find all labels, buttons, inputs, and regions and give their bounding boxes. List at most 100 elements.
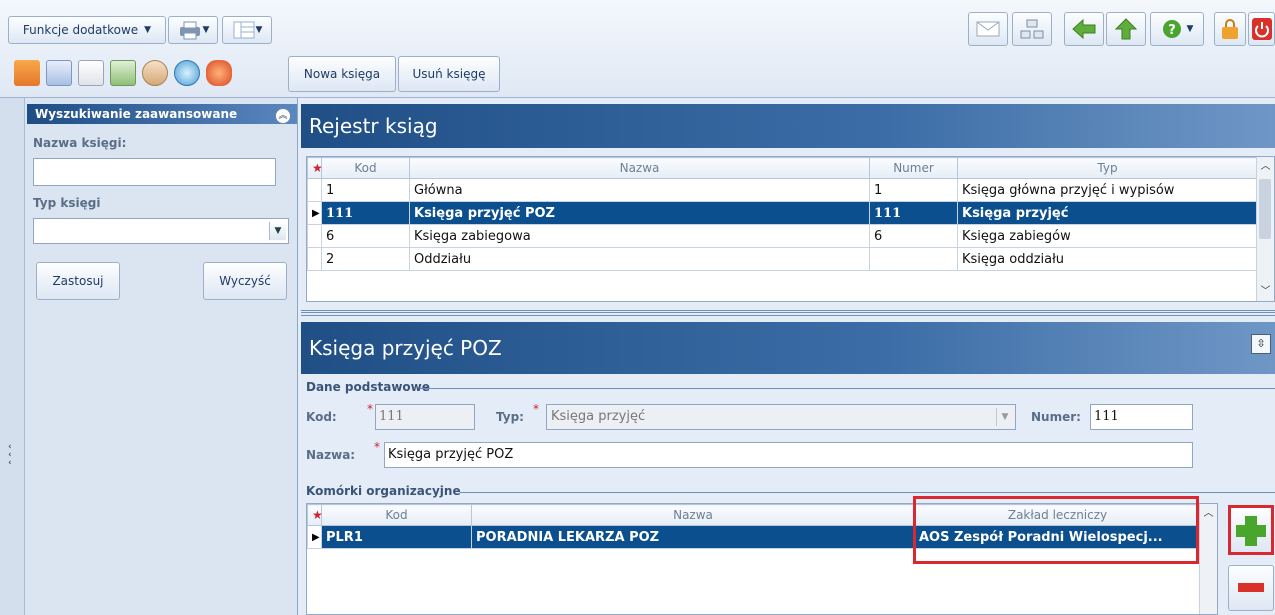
calendar-icon[interactable] <box>46 60 72 86</box>
power-icon <box>1251 18 1272 40</box>
current-row-arrow-icon: ▶ <box>307 525 322 549</box>
clear-label: Wyczyść <box>219 274 271 288</box>
cell-nazwa: Główna <box>409 178 870 202</box>
cell-typ: Księga przyjęć <box>957 201 1258 225</box>
layout-icon <box>233 21 255 39</box>
cell-nazwa: Księga zabiegowa <box>409 224 870 248</box>
delete-book-label: Usuń księgę <box>412 67 486 81</box>
column-header-kod[interactable]: Kod <box>321 504 472 526</box>
register-grid: ★ Kod Nazwa Numer Typ 1 Główna 1 Księga … <box>306 156 1275 302</box>
up-button[interactable] <box>1106 12 1146 46</box>
required-asterisk: * <box>367 402 373 416</box>
cell-kod: PLR1 <box>321 525 472 549</box>
row-indicator-header: ★ <box>307 157 323 179</box>
clear-button[interactable]: Wyczyść <box>203 262 287 300</box>
chevron-down-icon: ▼ <box>144 25 152 35</box>
help-button[interactable]: ? ▼ <box>1150 12 1204 46</box>
cell-kod: 1 <box>321 178 410 202</box>
table-row[interactable]: 6 Księga zabiegowa 6 Księga zabiegów <box>307 224 1258 248</box>
book-name-label: Nazwa księgi: <box>33 136 127 150</box>
remove-unit-button[interactable] <box>1228 565 1274 611</box>
cell-nazwa: Księga przyjęć POZ <box>409 201 870 225</box>
chevron-down-icon[interactable]: ▼ <box>269 222 286 240</box>
table-row[interactable]: 1 Główna 1 Księga główna przyjęć i wypis… <box>307 178 1258 202</box>
highlight-frame-zaklad <box>913 496 1199 564</box>
section-basic-data-title: Dane podstawowe <box>306 380 430 394</box>
scroll-up-icon[interactable]: ︿ <box>1257 157 1274 172</box>
column-header-typ[interactable]: Typ <box>957 157 1258 179</box>
numer-field[interactable]: 111 <box>1090 404 1193 430</box>
expand-collapse-icon[interactable]: ⇳ <box>1251 334 1271 354</box>
units-scrollbar[interactable]: ︿ <box>1199 504 1217 614</box>
cell-numer: 111 <box>869 201 958 225</box>
plus-icon <box>1236 516 1266 546</box>
refresh-icon[interactable] <box>174 60 200 86</box>
numer-label: Numer: <box>1031 410 1081 424</box>
cell-kod: 2 <box>321 247 410 271</box>
column-header-numer[interactable]: Numer <box>869 157 958 179</box>
cell-typ: Księga oddziału <box>957 247 1258 271</box>
chevron-down-icon[interactable]: ▼ <box>996 408 1013 426</box>
panel-collapse-handle[interactable]: ‹ ‹ ‹ <box>0 98 25 615</box>
typ-label: Typ: <box>496 410 524 424</box>
arrow-left-icon <box>1072 18 1096 40</box>
row-indicator-header: ★ <box>307 504 323 526</box>
column-header-nazwa[interactable]: Nazwa <box>471 504 915 526</box>
required-asterisk: * <box>533 402 539 416</box>
stethoscope-icon[interactable] <box>78 60 104 86</box>
mail-button[interactable] <box>968 12 1008 46</box>
settings-gear-icon[interactable] <box>206 60 232 86</box>
cell-numer <box>869 247 958 271</box>
register-scrollbar[interactable]: ︿ ﹀ <box>1256 157 1274 301</box>
lock-button[interactable] <box>1214 12 1246 46</box>
delete-book-button[interactable]: Usuń księgę <box>398 56 500 92</box>
cell-kod: 6 <box>321 224 410 248</box>
patients-icon[interactable] <box>142 60 168 86</box>
section-units-title: Komórki organizacyjne <box>306 484 461 498</box>
print-button[interactable]: ▼ <box>168 16 218 44</box>
cell-typ: Księga zabiegów <box>957 224 1258 248</box>
scroll-down-icon[interactable]: ﹀ <box>1257 282 1274 297</box>
apply-button[interactable]: Zastosuj <box>36 262 120 300</box>
documents-icon[interactable] <box>110 60 136 86</box>
splitter[interactable] <box>301 310 1275 316</box>
numer-value: 111 <box>1094 409 1119 424</box>
printer-icon <box>179 21 200 40</box>
nazwa-value: Księga przyjęć POZ <box>388 447 514 462</box>
minus-icon <box>1238 583 1264 592</box>
layout-button[interactable]: ▼ <box>222 16 272 44</box>
nazwa-label: Nazwa: <box>306 448 356 462</box>
back-button[interactable] <box>1064 12 1104 46</box>
register-title: Rejestr ksiąg <box>309 114 438 138</box>
advanced-search-header: Wyszukiwanie zaawansowane <box>27 104 297 124</box>
register-header: Rejestr ksiąg <box>301 104 1275 148</box>
scroll-up-icon[interactable]: ︿ <box>1200 504 1217 519</box>
kod-field[interactable]: 111 <box>375 404 475 430</box>
detail-header: Księga przyjęć POZ <box>301 322 1275 374</box>
typ-select[interactable]: Księga przyjęć ▼ <box>546 404 1016 430</box>
kod-label: Kod: <box>306 410 337 424</box>
network-button[interactable] <box>1012 12 1052 46</box>
chevron-down-icon: ▼ <box>1186 24 1194 34</box>
book-type-select[interactable]: ▼ <box>33 218 289 244</box>
additional-functions-menu[interactable]: Funkcje dodatkowe ▼ <box>8 16 166 44</box>
help-icon: ? <box>1162 20 1181 38</box>
chevron-down-icon: ▼ <box>255 25 263 35</box>
home-icon[interactable] <box>14 60 40 86</box>
new-book-button[interactable]: Nowa księga <box>288 56 396 92</box>
add-unit-button[interactable] <box>1228 505 1274 555</box>
lock-icon <box>1222 19 1238 39</box>
new-book-label: Nowa księga <box>303 67 381 81</box>
table-row[interactable]: 2 Oddziału Księga oddziału <box>307 247 1258 271</box>
collapse-up-icon[interactable]: ︽ <box>275 108 291 124</box>
nazwa-field[interactable]: Księga przyjęć POZ <box>384 442 1193 468</box>
column-header-nazwa[interactable]: Nazwa <box>409 157 870 179</box>
power-button[interactable] <box>1248 12 1275 46</box>
advanced-search-title: Wyszukiwanie zaawansowane <box>35 107 238 121</box>
scrollbar-thumb[interactable] <box>1259 179 1271 239</box>
cell-numer: 1 <box>869 178 958 202</box>
table-row-selected[interactable]: ▶ 111 Księga przyjęć POZ 111 Księga przy… <box>307 201 1258 225</box>
book-name-input[interactable] <box>33 158 276 186</box>
column-header-kod[interactable]: Kod <box>321 157 410 179</box>
arrow-up-icon <box>1114 18 1138 40</box>
